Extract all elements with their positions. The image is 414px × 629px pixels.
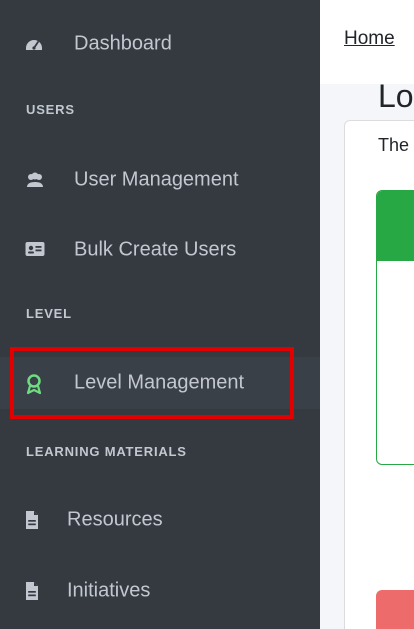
red-panel — [376, 590, 414, 629]
sidebar-section-level: LEVEL — [26, 306, 72, 321]
sidebar-item-user-management[interactable]: User Management — [0, 154, 320, 206]
sidebar-section-learning-materials: LEARNING MATERIALS — [26, 444, 187, 459]
sidebar-item-label: Level Management — [74, 371, 245, 394]
topbar: Home — [320, 0, 414, 85]
sidebar-item-dashboard[interactable]: Dashboard — [0, 18, 320, 70]
sidebar-item-bulk-create-users[interactable]: Bulk Create Users — [0, 224, 320, 276]
sidebar-item-resources[interactable]: Resources — [0, 494, 320, 546]
green-panel-header — [377, 191, 414, 261]
sidebar: Dashboard USERS User Management Bulk Cre… — [0, 0, 320, 629]
file-icon — [24, 510, 44, 530]
breadcrumb-home-link[interactable]: Home — [344, 28, 395, 50]
file-icon — [24, 581, 44, 601]
page-title: Lo — [378, 78, 414, 114]
award-icon — [24, 373, 44, 395]
sidebar-item-label: Dashboard — [74, 32, 172, 55]
sidebar-item-level-management[interactable]: Level Management — [0, 357, 320, 409]
sidebar-item-initiatives[interactable]: Initiatives — [0, 565, 320, 617]
sidebar-item-label: Bulk Create Users — [74, 238, 237, 261]
green-panel — [376, 190, 414, 465]
sidebar-item-label: Resources — [67, 508, 163, 531]
app-root: Dashboard USERS User Management Bulk Cre… — [0, 0, 414, 629]
id-card-icon — [24, 240, 45, 260]
sidebar-item-label: Initiatives — [67, 579, 151, 602]
dashboard-icon — [24, 34, 44, 54]
sidebar-item-label: User Management — [74, 168, 239, 191]
page-subtitle: The — [378, 135, 410, 155]
sidebar-section-users: USERS — [26, 102, 75, 117]
users-icon — [24, 170, 44, 190]
